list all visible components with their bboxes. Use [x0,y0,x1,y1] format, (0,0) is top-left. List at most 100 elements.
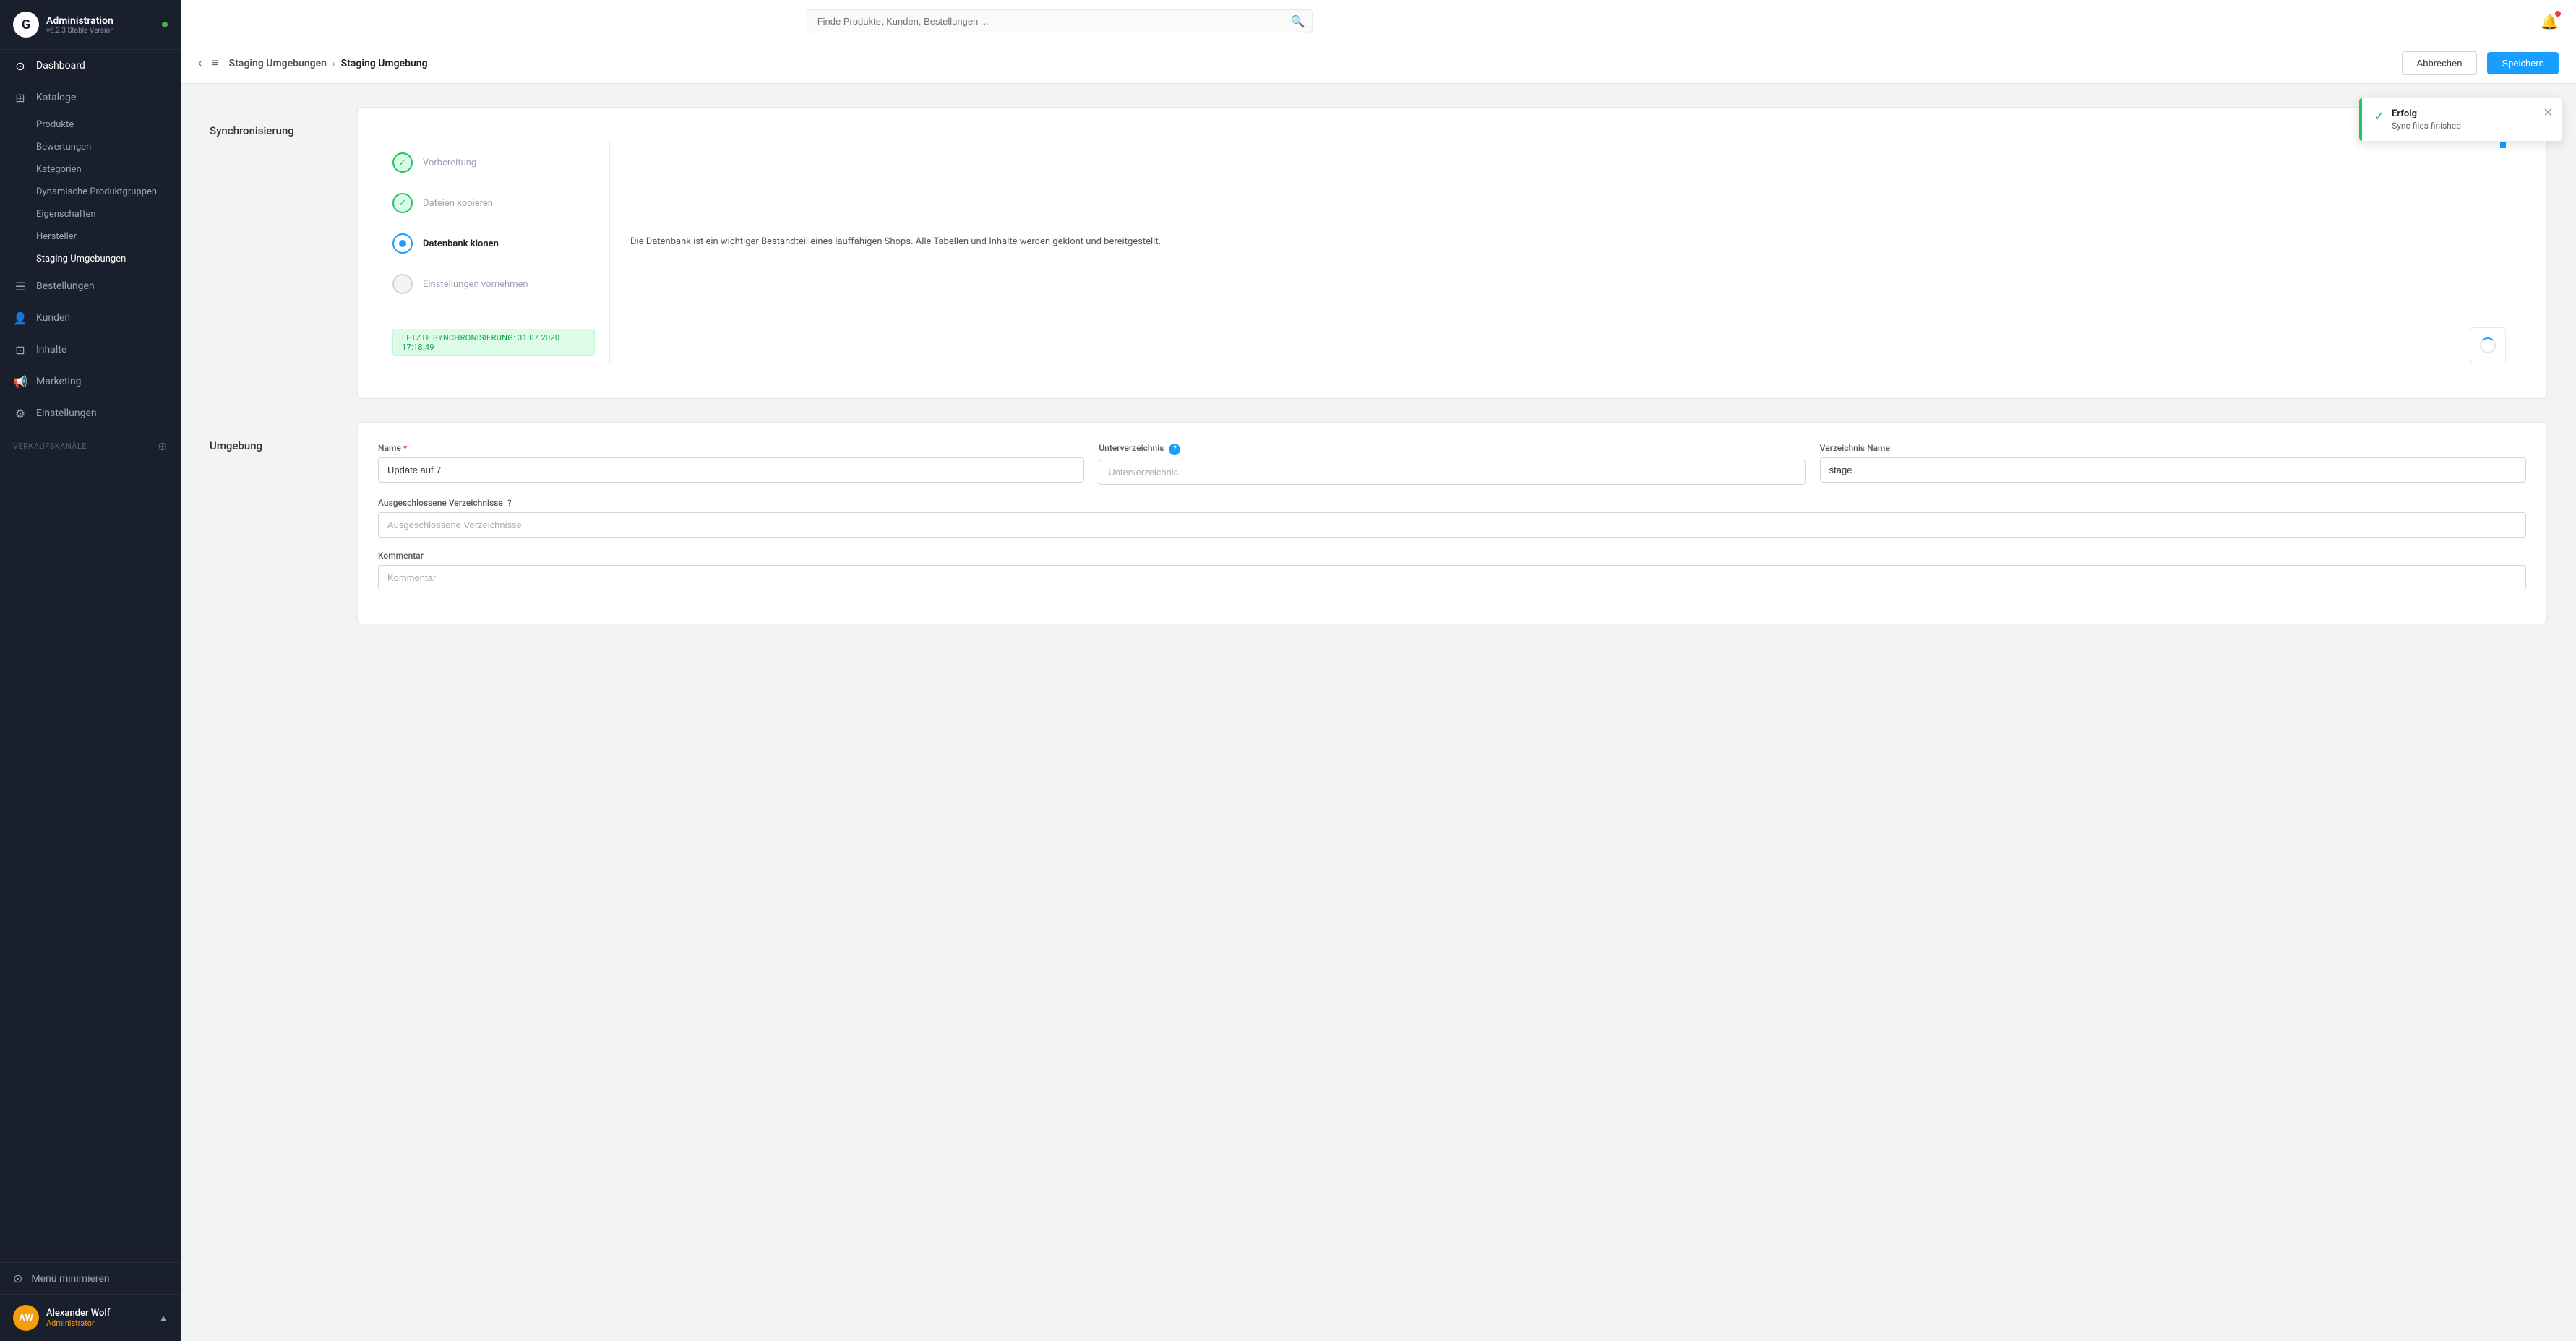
breadcrumb: Staging Umgebungen › Staging Umgebung [229,58,2392,69]
minimize-menu-item[interactable]: ⊙ Menü minimieren [0,1263,181,1294]
ausgeschlossene-input[interactable] [378,512,2526,538]
name-input[interactable] [378,457,1084,483]
kommentar-input[interactable] [378,565,2526,590]
ausgeschlossene-help-icon[interactable]: ? [507,498,512,508]
user-name: Alexander Wolf [46,1308,110,1319]
step-label: Dateien kopieren [423,198,493,209]
sidebar-sub-produkte[interactable]: Produkte [0,113,181,136]
bell-badge [2555,11,2561,17]
step-datenbank-klonen: Datenbank klonen [378,223,609,264]
name-label: Name * [378,443,1084,453]
step-label: Einstellungen vornehmen [423,279,528,290]
sidebar-sub-bewertungen[interactable]: Bewertungen [0,136,181,158]
notification-close-button[interactable]: ✕ [2543,105,2553,120]
search-button[interactable]: 🔍 [1291,14,1305,29]
notification-bell[interactable]: 🔔 [2541,13,2559,30]
sidebar-sub-dynamische-produktgruppen[interactable]: Dynamische Produktgruppen [0,181,181,203]
step-label: Datenbank klonen [423,238,499,249]
online-indicator [162,22,168,27]
sidebar-item-marketing[interactable]: 📢 Marketing [0,366,181,397]
marketing-icon: 📢 [13,374,27,389]
ausgeschlossene-field-group: Ausgeschlossene Verzeichnisse ? [378,498,2526,538]
sidebar-sub-eigenschaften[interactable]: Eigenschaften [0,203,181,225]
sync-card: ✓ Vorbereitung ✓ Dateien kopieren [357,107,2547,399]
step-einstellungen: Einstellungen vornehmen [378,264,609,304]
dashboard-icon: ⊙ [13,59,27,73]
logo-text: Administration v6.2.3 Stable Version [46,15,114,35]
sync-footer: LETZTE SYNCHRONISIERUNG: 31.07.2020 17:1… [378,322,609,363]
success-icon: ✓ [2374,109,2384,124]
step-dateien-kopieren: ✓ Dateien kopieren [378,183,609,223]
step-icon-active [392,233,413,254]
kunden-icon: 👤 [13,311,27,325]
last-sync-badge: LETZTE SYNCHRONISIERUNG: 31.07.2020 17:1… [392,329,595,356]
page-content: ✓ Erfolg Sync files finished ✕ Synchroni… [181,84,2576,1341]
unterverzeichnis-input[interactable] [1099,460,1805,485]
breadcrumb-parent[interactable]: Staging Umgebungen [229,58,327,69]
content-header: ‹ ≡ Staging Umgebungen › Staging Umgebun… [181,43,2576,84]
sync-inner: ✓ Vorbereitung ✓ Dateien kopieren [378,128,2526,378]
inhalte-icon: ⊡ [13,342,27,357]
sidebar-bottom: ⊙ Menü minimieren AW Alexander Wolf Admi… [0,1262,181,1341]
app-version: v6.2.3 Stable Version [46,27,114,35]
sidebar-item-dashboard[interactable]: ⊙ Dashboard [0,50,181,82]
einstellungen-icon: ⚙ [13,406,27,421]
sidebar-item-bestellungen[interactable]: ☰ Bestellungen [0,270,181,302]
refresh-button[interactable] [2470,327,2506,363]
verzeichnis-name-field-group: Verzeichnis Name [1820,443,2526,485]
success-notification: ✓ Erfolg Sync files finished ✕ [2359,98,2562,141]
sidebar-sub-hersteller[interactable]: Hersteller [0,225,181,248]
form-row-1: Name * Unterverzeichnis ? [378,443,2526,485]
sidebar-item-inhalte[interactable]: ⊡ Inhalte [0,334,181,366]
step-icon-done: ✓ [392,152,413,173]
logo-area: G Administration v6.2.3 Stable Version [0,0,181,50]
unterverzeichnis-field-group: Unterverzeichnis ? [1099,443,1805,485]
step-icon-pending [392,274,413,294]
chevron-up-icon: ▲ [159,1313,168,1323]
cancel-button[interactable]: Abbrechen [2402,51,2478,75]
step-icon-done: ✓ [392,193,413,213]
breadcrumb-separator: › [332,59,335,69]
kommentar-field-group: Kommentar [378,551,2526,590]
sidebar-item-kataloge[interactable]: ⊞ Kataloge [0,82,181,113]
user-role: Administrator [46,1319,110,1328]
back-button[interactable]: ‹ [198,57,202,70]
notif-message: Sync files finished [2392,121,2461,131]
notif-title: Erfolg [2392,108,2461,119]
name-field-group: Name * [378,443,1084,485]
sidebar-item-kunden[interactable]: 👤 Kunden [0,302,181,334]
save-button[interactable]: Speichern [2487,52,2559,74]
sync-section-label: Synchronisierung [210,107,340,399]
main-area: 🔍 🔔 ‹ ≡ Staging Umgebungen › Staging Umg… [181,0,2576,1341]
add-verkaufskanal-icon[interactable]: ⊕ [158,439,168,453]
verzeichnis-name-input[interactable] [1820,457,2526,483]
umgebung-card: Name * Unterverzeichnis ? [357,422,2547,624]
steps-column: ✓ Vorbereitung ✓ Dateien kopieren [378,128,609,378]
kommentar-label: Kommentar [378,551,2526,561]
required-indicator: * [403,443,407,453]
sync-section: Synchronisierung ✓ Vorbereitung ✓ Dateie… [210,107,2547,399]
sync-info-text: Die Datenbank ist ein wichtiger Bestandt… [630,235,2506,250]
umgebung-section-label: Umgebung [210,422,340,624]
user-section[interactable]: AW Alexander Wolf Administrator ▲ [0,1294,181,1341]
breadcrumb-current: Staging Umgebung [341,58,428,69]
verzeichnis-name-label: Verzeichnis Name [1820,443,2526,453]
verkaufskanaele-label: Verkaufskanäle ⊕ [0,429,181,457]
umgebung-section: Umgebung Name * Unterverzeichnis [210,422,2547,624]
sidebar: G Administration v6.2.3 Stable Version ⊙… [0,0,181,1341]
step-label: Vorbereitung [423,158,476,168]
list-view-button[interactable]: ≡ [212,57,218,70]
app-title: Administration [46,15,114,27]
sidebar-item-label: Dashboard [36,60,85,72]
search-input[interactable] [807,9,1313,33]
notif-body: Erfolg Sync files finished [2392,108,2461,131]
ausgeschlossene-label: Ausgeschlossene Verzeichnisse ? [378,498,2526,508]
sidebar-sub-kategorien[interactable]: Kategorien [0,158,181,181]
unterverzeichnis-help-icon[interactable]: ? [1169,444,1180,455]
sync-info-col: Die Datenbank ist ein wichtiger Bestandt… [610,128,2526,378]
avatar: AW [13,1305,39,1331]
loading-spinner [2480,337,2496,353]
sidebar-item-einstellungen[interactable]: ⚙ Einstellungen [0,397,181,429]
user-info: Alexander Wolf Administrator [46,1308,110,1328]
sidebar-sub-staging-umgebungen[interactable]: Staging Umgebungen [0,248,181,270]
